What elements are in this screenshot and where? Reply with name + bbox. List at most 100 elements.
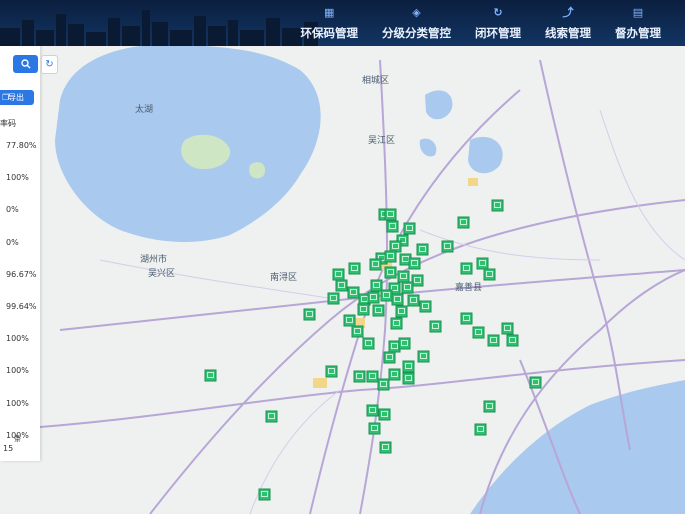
camera-marker[interactable]: [383, 351, 396, 364]
rate-value: 0%: [6, 237, 19, 247]
nav-item-classification[interactable]: ◈ 分级分类管控: [370, 0, 463, 46]
camera-marker[interactable]: [372, 304, 385, 317]
camera-marker[interactable]: [366, 370, 379, 383]
camera-marker[interactable]: [377, 378, 390, 391]
place-label-wujiang: 吴江区: [368, 135, 395, 146]
nav-item-supervision[interactable]: ▤ 督办管理: [603, 0, 673, 46]
camera-marker[interactable]: [483, 268, 496, 281]
camera-marker[interactable]: [335, 279, 348, 292]
refresh-icon: ↻: [45, 59, 54, 70]
camera-marker[interactable]: [411, 274, 424, 287]
camera-marker[interactable]: [402, 360, 415, 373]
camera-marker[interactable]: [506, 334, 519, 347]
camera-marker[interactable]: [402, 372, 415, 385]
camera-marker[interactable]: [384, 250, 397, 263]
camera-marker[interactable]: [487, 334, 500, 347]
camera-marker[interactable]: [380, 289, 393, 302]
skyline-decoration: [0, 10, 318, 46]
place-label-huzhou: 湖州市: [140, 253, 167, 265]
camera-marker[interactable]: [379, 441, 392, 454]
camera-marker[interactable]: [429, 320, 442, 333]
camera-marker[interactable]: [386, 220, 399, 233]
rate-value: 99.64%: [6, 301, 37, 311]
camera-marker[interactable]: [417, 350, 430, 363]
camera-marker[interactable]: [258, 488, 271, 501]
place-label-xiangcheng: 相城区: [362, 74, 389, 86]
camera-marker[interactable]: [389, 240, 402, 253]
camera-marker[interactable]: [362, 337, 375, 350]
camera-marker[interactable]: [457, 216, 470, 229]
place-label-wuxing: 吴兴区: [148, 268, 175, 279]
camera-marker[interactable]: [407, 294, 420, 307]
nav-label: 闭环管理: [475, 26, 521, 40]
camera-marker[interactable]: [398, 337, 411, 350]
camera-marker[interactable]: [476, 257, 489, 270]
camera-marker[interactable]: [397, 270, 410, 283]
camera-marker[interactable]: [390, 317, 403, 330]
place-label-nanxun: 南浔区: [270, 271, 297, 283]
camera-marker[interactable]: [343, 314, 356, 327]
camera-marker[interactable]: [529, 376, 542, 389]
camera-marker[interactable]: [460, 312, 473, 325]
nav-label: 环保码管理: [300, 26, 359, 40]
camera-marker[interactable]: [395, 305, 408, 318]
top-navbar: ▦ 环保码管理 ◈ 分级分类管控 ↻ 闭环管理 ⤴ 线索管理 ▤ 督办管理: [0, 0, 685, 46]
camera-marker[interactable]: [369, 258, 382, 271]
camera-marker[interactable]: [384, 266, 397, 279]
camera-marker[interactable]: [303, 308, 316, 321]
camera-marker[interactable]: [265, 410, 278, 423]
route-icon: ⤴: [562, 6, 574, 19]
camera-marker[interactable]: [491, 199, 504, 212]
camera-marker[interactable]: [370, 279, 383, 292]
refresh-button[interactable]: ↻: [41, 55, 58, 74]
rate-value: 96.67%: [6, 269, 37, 279]
rate-value: 100%: [6, 398, 29, 408]
export-button[interactable]: ❐导出: [0, 90, 34, 105]
camera-marker[interactable]: [388, 340, 401, 353]
camera-marker[interactable]: [357, 303, 370, 316]
left-panel: 率码 77.80% 100% 0% 0% 96.67% 99.64% 100% …: [0, 46, 40, 461]
camera-marker[interactable]: [403, 222, 416, 235]
camera-marker[interactable]: [325, 365, 338, 378]
place-label-jiashan: 嘉善县: [455, 281, 482, 293]
nav-item-closed-loop[interactable]: ↻ 闭环管理: [463, 0, 533, 46]
camera-marker[interactable]: [327, 292, 340, 305]
camera-marker[interactable]: [416, 243, 429, 256]
camera-marker[interactable]: [348, 262, 361, 275]
camera-marker[interactable]: [347, 286, 360, 299]
clipboard-icon: ▤: [632, 6, 644, 19]
map-canvas[interactable]: 太湖 湖州市 吴兴区 南浔区 吴江区 相城区 嘉善县: [0, 0, 685, 514]
rate-value: 100%: [6, 173, 29, 183]
camera-marker[interactable]: [419, 300, 432, 313]
nav-item-eco-code[interactable]: ▦ 环保码管理: [289, 0, 371, 46]
camera-marker[interactable]: [474, 423, 487, 436]
search-button[interactable]: [13, 55, 38, 73]
camera-marker[interactable]: [384, 208, 397, 221]
lake-label: 太湖: [135, 103, 153, 115]
nav-item-clues[interactable]: ⤴ 线索管理: [533, 0, 603, 46]
camera-marker[interactable]: [388, 368, 401, 381]
camera-marker[interactable]: [472, 326, 485, 339]
nav-label: 督办管理: [615, 26, 661, 40]
rate-value: 0%: [6, 205, 19, 215]
camera-marker[interactable]: [367, 291, 380, 304]
main-nav: ▦ 环保码管理 ◈ 分级分类管控 ↻ 闭环管理 ⤴ 线索管理 ▤ 督办管理: [289, 0, 674, 46]
rate-value: 100%: [6, 334, 29, 344]
camera-marker[interactable]: [366, 404, 379, 417]
camera-marker[interactable]: [351, 325, 364, 338]
pagination-page-size[interactable]: 15: [3, 444, 13, 453]
camera-marker[interactable]: [401, 281, 414, 294]
camera-marker[interactable]: [408, 257, 421, 270]
camera-marker[interactable]: [378, 408, 391, 421]
camera-marker[interactable]: [483, 400, 496, 413]
camera-marker[interactable]: [368, 422, 381, 435]
camera-marker[interactable]: [332, 268, 345, 281]
camera-marker[interactable]: [353, 370, 366, 383]
camera-marker[interactable]: [460, 262, 473, 275]
camera-marker[interactable]: [501, 322, 514, 335]
camera-marker[interactable]: [441, 240, 454, 253]
column-header: 率码: [0, 119, 16, 128]
rate-list: 77.80% 100% 0% 0% 96.67% 99.64% 100% 100…: [6, 141, 37, 463]
camera-marker[interactable]: [391, 293, 404, 306]
camera-marker[interactable]: [204, 369, 217, 382]
